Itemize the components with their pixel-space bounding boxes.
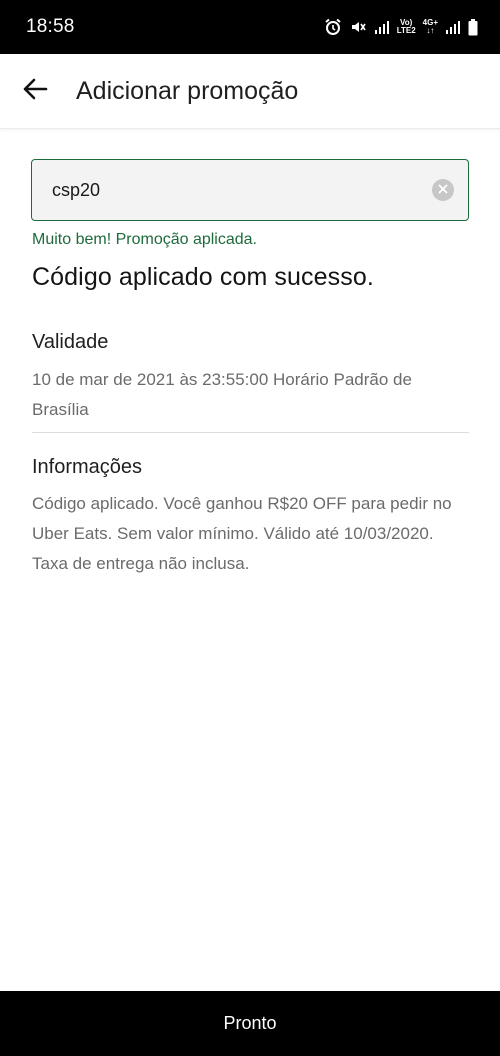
- status-time: 18:58: [26, 16, 75, 37]
- info-label: Informações: [32, 456, 143, 478]
- status-bar: 18:58 Vo) LTE2 4G+ ↓↑: [0, 0, 500, 54]
- mute-icon: [349, 18, 367, 36]
- clear-button[interactable]: [432, 179, 454, 201]
- screen: 18:58 Vo) LTE2 4G+ ↓↑ Adicionar promoção…: [0, 0, 500, 1056]
- signal-icon: [445, 20, 461, 34]
- done-button[interactable]: Pronto: [0, 991, 500, 1056]
- page-title: Adicionar promoção: [76, 76, 299, 105]
- promo-code-field[interactable]: [31, 159, 469, 221]
- alarm-icon: [324, 18, 342, 36]
- battery-icon: [468, 18, 478, 36]
- arrow-left-icon: [22, 78, 48, 105]
- clear-icon: [438, 181, 448, 199]
- status-icons: Vo) LTE2 4G+ ↓↑: [324, 18, 478, 36]
- volte-lte2-icon: Vo) LTE2: [396, 18, 416, 35]
- validity-text: 10 de mar de 2021 às 23:55:00 Horário Pa…: [32, 370, 412, 419]
- app-header: Adicionar promoção: [0, 54, 500, 129]
- back-button[interactable]: [0, 54, 72, 129]
- result-heading: Código aplicado com sucesso.: [32, 263, 374, 291]
- success-message: Muito bem! Promoção aplicada.: [32, 231, 257, 248]
- validity-label: Validade: [32, 331, 109, 353]
- info-text: Código aplicado. Você ganhou R$20 OFF pa…: [32, 494, 452, 573]
- signal-icon: [374, 20, 390, 34]
- divider: [32, 432, 469, 433]
- promo-code-input[interactable]: [52, 179, 432, 201]
- 4g-data-icon: 4G+ ↓↑: [422, 18, 438, 35]
